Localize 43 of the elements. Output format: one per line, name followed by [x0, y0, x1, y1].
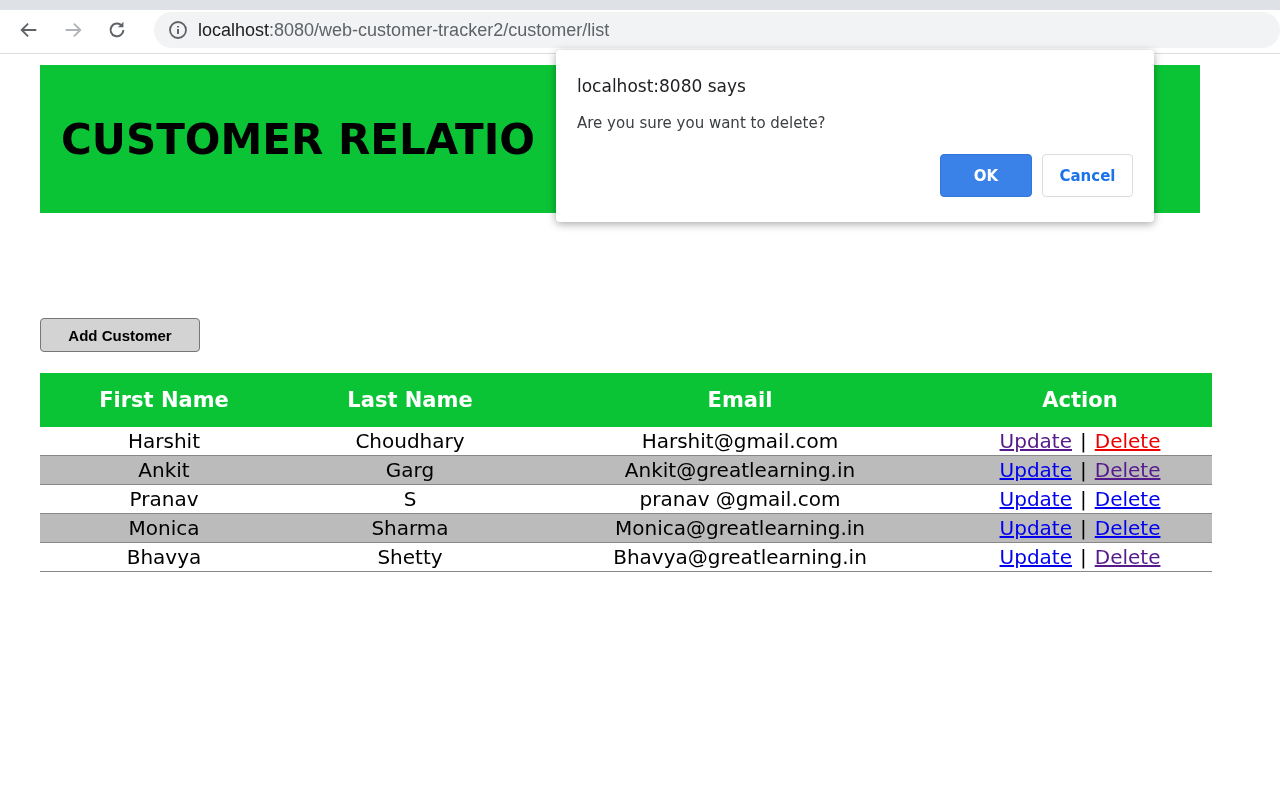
- separator: |: [1079, 515, 1088, 540]
- table-cell: Bhavya@greatlearning.in: [613, 544, 867, 569]
- url-text: localhost:8080/web-customer-tracker2/customer/list: [198, 19, 610, 41]
- add-customer-button[interactable]: Add Customer: [40, 318, 200, 352]
- table-cell: Harshit@gmail.com: [641, 428, 839, 453]
- delete-link[interactable]: Delete: [1094, 486, 1161, 511]
- table-cell: Sharma: [371, 515, 449, 540]
- table-cell: Bhavya: [126, 544, 202, 569]
- table-cell: Harshit: [128, 428, 200, 453]
- column-header: Action: [948, 373, 1212, 427]
- table-cell: S: [403, 486, 417, 511]
- cancel-button[interactable]: Cancel: [1042, 154, 1133, 197]
- delete-link[interactable]: Delete: [1094, 428, 1161, 453]
- table-cell: Monica: [128, 515, 200, 540]
- delete-link[interactable]: Delete: [1094, 515, 1161, 540]
- update-link[interactable]: Update: [999, 515, 1072, 540]
- delete-link[interactable]: Delete: [1094, 457, 1161, 482]
- address-bar[interactable]: localhost:8080/web-customer-tracker2/customer/list: [154, 12, 1280, 48]
- table-cell: Choudhary: [355, 428, 465, 453]
- column-header: Last Name: [288, 373, 532, 427]
- separator: |: [1079, 428, 1088, 453]
- dialog-message: Are you sure you want to delete?: [577, 114, 827, 132]
- update-link[interactable]: Update: [999, 486, 1072, 511]
- page-title: CUSTOMER RELATIO: [61, 114, 535, 164]
- column-header: First Name: [40, 373, 288, 427]
- update-link[interactable]: Update: [999, 544, 1072, 569]
- column-header: Email: [532, 373, 948, 427]
- table-cell: Ankit: [138, 457, 190, 482]
- separator: |: [1079, 544, 1088, 569]
- separator: |: [1079, 486, 1088, 511]
- table-cell: Garg: [385, 457, 435, 482]
- table-cell: Pranav: [129, 486, 199, 511]
- update-link[interactable]: Update: [999, 457, 1072, 482]
- table-cell: Ankit@greatlearning.in: [624, 457, 856, 482]
- separator: |: [1079, 457, 1088, 482]
- table-cell: pranav @gmail.com: [639, 486, 841, 511]
- delete-link[interactable]: Delete: [1094, 544, 1161, 569]
- table-cell: Shetty: [377, 544, 443, 569]
- update-link[interactable]: Update: [999, 428, 1072, 453]
- table-cell: Monica@greatlearning.in: [614, 515, 865, 540]
- ok-button[interactable]: OK: [940, 154, 1032, 197]
- info-icon[interactable]: [168, 20, 188, 40]
- dialog-title: localhost:8080 says: [577, 76, 747, 96]
